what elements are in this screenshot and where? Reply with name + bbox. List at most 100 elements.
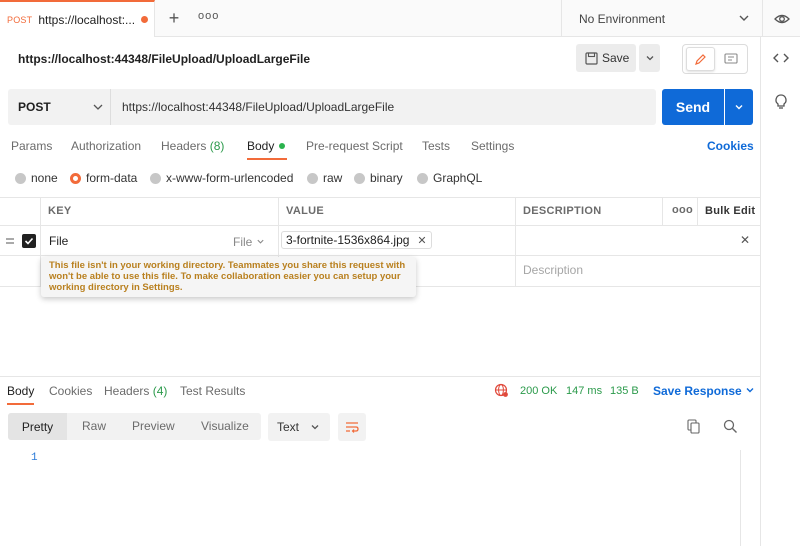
chevron-down-icon: [746, 388, 754, 393]
active-tab-indicator: [7, 403, 34, 405]
radio-form-data[interactable]: form-data: [70, 171, 137, 185]
search-icon[interactable]: [723, 419, 738, 434]
save-label: Save: [602, 51, 630, 65]
chevron-down-icon[interactable]: [738, 10, 750, 26]
url-value: https://localhost:44348/FileUpload/Uploa…: [122, 100, 395, 114]
radio-circle: [15, 172, 26, 184]
tab-body-label: Body: [247, 139, 275, 153]
tab-method-label: POST: [7, 14, 33, 25]
tab-authorization[interactable]: Authorization: [71, 139, 141, 153]
delete-row-icon[interactable]: ✕: [740, 233, 750, 247]
request-tab[interactable]: POST https://localhost:...: [0, 0, 155, 37]
radio-label: binary: [370, 171, 403, 185]
send-options-button[interactable]: [725, 89, 753, 125]
send-button[interactable]: Send: [662, 89, 724, 125]
tab-tests[interactable]: Tests: [422, 139, 450, 153]
bulk-edit-button[interactable]: Bulk Edit: [705, 205, 755, 217]
remove-file-icon[interactable]: ✕: [417, 234, 426, 247]
chevron-down-icon[interactable]: [92, 100, 104, 114]
tab-headers-label: Headers: [161, 139, 207, 153]
radio-circle: [417, 172, 428, 184]
row-enabled-checkbox[interactable]: [22, 234, 36, 248]
radio-raw[interactable]: raw: [307, 171, 342, 185]
key-type-select[interactable]: File: [233, 235, 265, 249]
chevron-down-icon[interactable]: [310, 422, 320, 432]
file-name: 3-fortnite-1536x864.jpg: [286, 233, 410, 247]
radio-graphql[interactable]: GraphQL: [417, 171, 482, 185]
response-headers-count: (4): [152, 384, 168, 398]
radio-label: form-data: [86, 171, 138, 185]
tab-params[interactable]: Params: [11, 139, 52, 153]
save-options-button[interactable]: [639, 44, 660, 72]
comments-button[interactable]: [718, 47, 744, 71]
comment-icon: [724, 52, 738, 64]
column-divider: [662, 197, 663, 226]
description-field[interactable]: Description: [523, 263, 583, 277]
radio-label: GraphQL: [433, 171, 483, 185]
radio-label: none: [31, 171, 58, 185]
tab-more-icon[interactable]: ooo: [198, 10, 219, 22]
radio-circle: [354, 172, 365, 184]
response-time[interactable]: 147 ms: [566, 385, 602, 397]
radio-label: x-www-form-urlencoded: [166, 171, 294, 185]
cookies-link[interactable]: Cookies: [707, 139, 754, 153]
new-tab-plus-icon[interactable]: +: [166, 8, 182, 28]
response-tab-test-results[interactable]: Test Results: [180, 384, 245, 398]
unsaved-dot-icon: [141, 16, 149, 23]
edit-mode-button[interactable]: [686, 47, 715, 71]
column-key: KEY: [48, 205, 72, 217]
lightbulb-icon[interactable]: [773, 93, 789, 111]
response-tab-headers[interactable]: Headers (4): [104, 384, 167, 398]
request-name[interactable]: https://localhost:44348/FileUpload/Uploa…: [18, 52, 310, 66]
view-pretty-button[interactable]: Pretty: [8, 413, 67, 440]
key-type-label: File: [233, 235, 253, 249]
response-tab-body[interactable]: Body: [7, 384, 34, 398]
tab-pre-request-script[interactable]: Pre-request Script: [306, 139, 403, 153]
method-label: POST: [18, 100, 51, 114]
radio-circle: [307, 172, 318, 184]
tab-settings[interactable]: Settings: [471, 139, 514, 153]
row-key-field[interactable]: File: [49, 234, 68, 248]
radio-none[interactable]: none: [15, 171, 58, 185]
radio-x-www-form-urlencoded[interactable]: x-www-form-urlencoded: [150, 171, 293, 185]
selected-file-chip: 3-fortnite-1536x864.jpg ✕: [281, 231, 432, 249]
drag-handle-icon[interactable]: [5, 236, 15, 246]
radio-circle-selected: [70, 172, 81, 184]
column-divider: [697, 197, 698, 226]
url-input[interactable]: https://localhost:44348/FileUpload/Uploa…: [111, 89, 656, 125]
checkmark-icon: [24, 237, 34, 245]
environment-quick-look-button[interactable]: [762, 0, 800, 37]
view-raw-button[interactable]: Raw: [82, 419, 106, 433]
format-label: Text: [277, 420, 300, 434]
tab-body[interactable]: Body: [247, 139, 286, 153]
chevron-down-icon: [735, 105, 743, 110]
globe-icon[interactable]: [494, 383, 509, 398]
right-sidebar: [760, 37, 800, 546]
pane-divider[interactable]: [0, 376, 760, 377]
table-header: [0, 197, 760, 226]
wrap-lines-button[interactable]: [338, 413, 366, 441]
response-size[interactable]: 135 B: [610, 385, 639, 397]
wrap-icon: [346, 422, 359, 433]
tab-headers[interactable]: Headers (8): [161, 139, 224, 153]
status-code[interactable]: 200 OK: [520, 385, 557, 397]
table-more-icon[interactable]: ooo: [672, 204, 693, 216]
save-button[interactable]: Save: [576, 44, 636, 72]
pencil-icon: [695, 53, 706, 65]
save-icon: [585, 51, 598, 65]
chevron-down-icon: [257, 239, 264, 244]
radio-binary[interactable]: binary: [354, 171, 403, 185]
view-visualize-button[interactable]: Visualize: [201, 419, 249, 433]
environment-select[interactable]: No Environment: [561, 0, 761, 37]
view-preview-button[interactable]: Preview: [132, 419, 175, 433]
warning-tooltip: This file isn't in your working director…: [41, 257, 416, 297]
response-tab-headers-label: Headers: [104, 384, 150, 398]
format-select[interactable]: Text: [268, 413, 330, 441]
line-number: 1: [31, 452, 38, 464]
save-response-button[interactable]: Save Response: [653, 384, 755, 398]
code-icon[interactable]: [772, 50, 790, 66]
copy-icon[interactable]: [687, 419, 701, 434]
scrollbar[interactable]: [740, 450, 754, 546]
tab-title: https://localhost:...: [38, 12, 136, 27]
response-tab-cookies[interactable]: Cookies: [49, 384, 92, 398]
